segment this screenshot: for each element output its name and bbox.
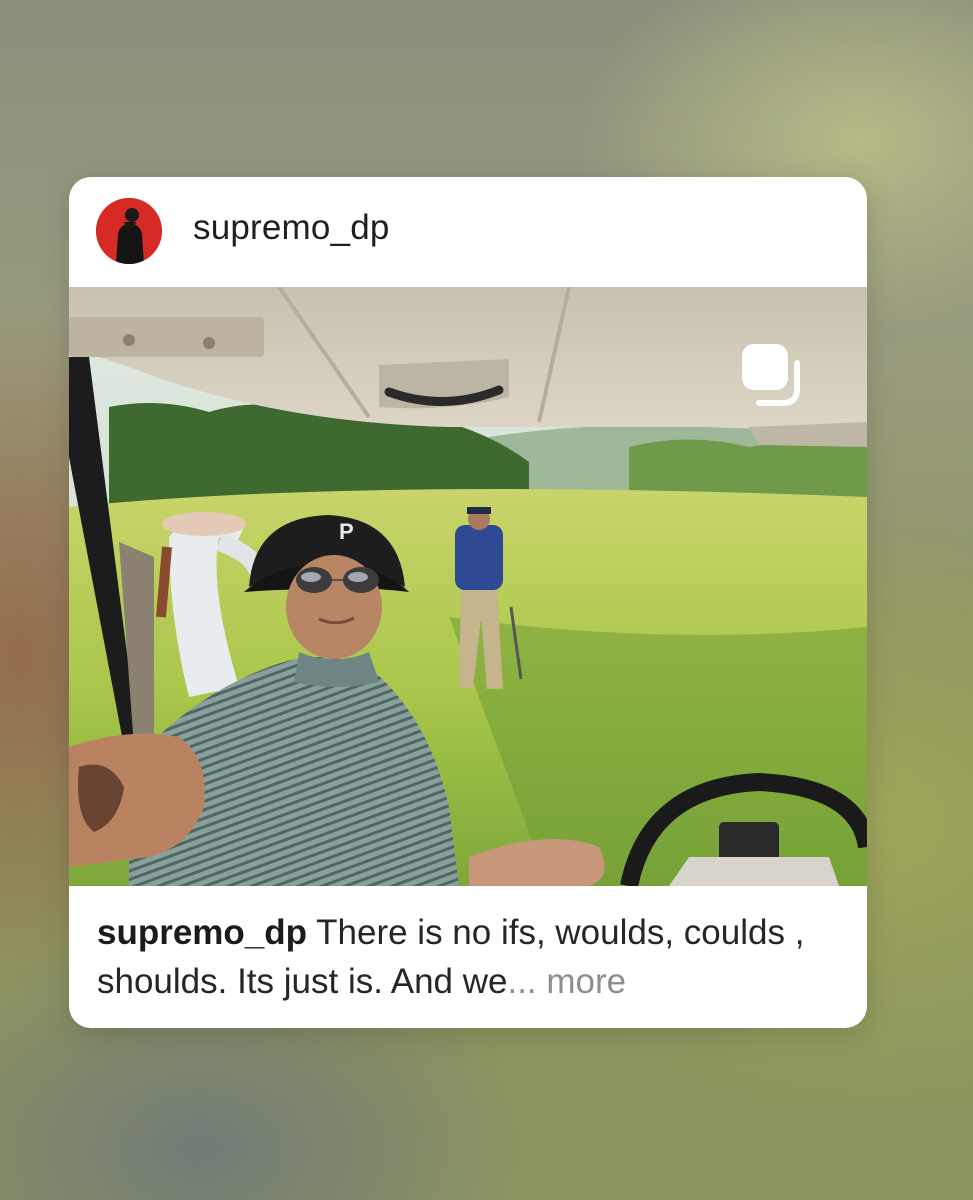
post-header: supremo_dp <box>69 177 867 287</box>
carousel-icon <box>739 341 811 413</box>
post-card[interactable]: supremo_dp P supremo_dp There is no ifs,… <box>69 177 867 1028</box>
svg-text:P: P <box>339 519 354 544</box>
post-photo[interactable]: P <box>69 287 867 886</box>
more-link[interactable]: more <box>546 962 626 1001</box>
post-caption: supremo_dp There is no ifs, woulds, coul… <box>97 908 837 1006</box>
caption-username[interactable]: supremo_dp <box>97 913 307 952</box>
avatar[interactable] <box>96 198 162 264</box>
caption-ellipsis: ... <box>507 962 537 1001</box>
header-username[interactable]: supremo_dp <box>193 208 390 248</box>
